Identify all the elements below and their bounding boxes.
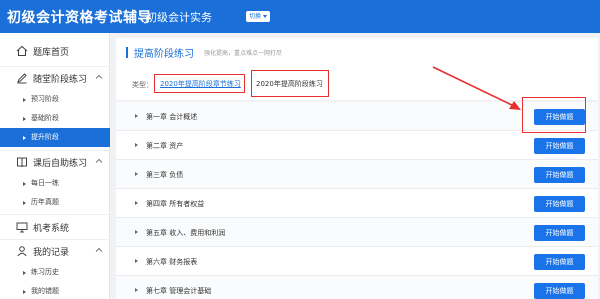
- user-icon: [17, 246, 27, 257]
- start-practice-button[interactable]: 开始做题: [534, 167, 585, 183]
- switch-label: 切换: [249, 13, 262, 20]
- top-header: 初级会计资格考试辅导 初级会计实务 切换: [0, 0, 600, 33]
- chapter-label: 第四章 所有者权益: [146, 200, 205, 208]
- chevron-up-icon[interactable]: [95, 73, 103, 81]
- expand-arrow-icon[interactable]: [135, 114, 138, 118]
- book-icon: [17, 157, 27, 168]
- sidebar-group-self-practice[interactable]: 课后自助练习: [0, 150, 110, 174]
- chevron-down-icon: [263, 15, 268, 18]
- sidebar-item-label: 提升阶段: [31, 133, 59, 141]
- pen-icon: [17, 73, 27, 84]
- bullet-icon: [23, 201, 26, 205]
- page-subtitle: 强化提高，重点难点一网打尽: [204, 50, 283, 57]
- start-practice-button[interactable]: 开始做题: [534, 196, 585, 212]
- sidebar-item-label: 练习历史: [31, 268, 59, 276]
- highlight-box: [522, 97, 586, 133]
- list-item[interactable]: 第六章 财务报表 开始做题: [116, 247, 598, 276]
- list-item[interactable]: 第四章 所有者权益 开始做题: [116, 189, 598, 218]
- bullet-icon: [23, 98, 26, 102]
- list-item[interactable]: 第七章 管理会计基础 开始做题: [116, 276, 598, 299]
- computer-icon: [16, 222, 28, 233]
- list-item[interactable]: 第五章 收入、费用和利润 开始做题: [116, 218, 598, 247]
- section-accent-bar: [126, 47, 128, 58]
- type-filter-label: 类型：: [132, 81, 153, 89]
- sidebar: 题库首页 随堂阶段练习 预习阶段 基础阶段 提升阶段 课后自助练习 每日一练 历…: [0, 33, 110, 299]
- sidebar-item-home[interactable]: 题库首页: [0, 39, 110, 63]
- start-practice-button[interactable]: 开始做题: [534, 283, 585, 299]
- bullet-icon: [23, 290, 26, 294]
- sidebar-group-label: 随堂阶段练习: [33, 75, 88, 85]
- expand-arrow-icon[interactable]: [135, 259, 138, 263]
- page-title: 提高阶段练习: [134, 49, 194, 60]
- list-item[interactable]: 第三章 负债 开始做题: [116, 160, 598, 189]
- home-icon: [16, 45, 28, 57]
- sidebar-group-my-records[interactable]: 我的记录: [0, 239, 110, 263]
- expand-arrow-icon[interactable]: [135, 143, 138, 147]
- bullet-icon: [23, 136, 26, 140]
- sidebar-item-past-exams[interactable]: 历年真题: [0, 193, 110, 212]
- sidebar-item-label: 预习阶段: [31, 95, 59, 103]
- chapter-label: 第六章 财务报表: [146, 258, 198, 266]
- chapter-label: 第二章 资产: [146, 142, 184, 150]
- start-practice-button[interactable]: 开始做题: [534, 225, 585, 241]
- sidebar-item-preview[interactable]: 预习阶段: [0, 90, 110, 109]
- sidebar-item-label: 历年真题: [31, 198, 59, 206]
- sidebar-item-label: 每日一练: [31, 179, 59, 187]
- expand-arrow-icon[interactable]: [135, 172, 138, 176]
- bullet-icon: [23, 117, 26, 121]
- expand-arrow-icon[interactable]: [135, 230, 138, 234]
- sidebar-item-label: 我的错题: [31, 287, 59, 295]
- sidebar-group-label: 课后自助练习: [33, 159, 88, 169]
- current-subject: 初级会计实务: [146, 11, 212, 24]
- sidebar-group-class-practice[interactable]: 随堂阶段练习: [0, 66, 110, 90]
- expand-arrow-icon[interactable]: [135, 288, 138, 292]
- sidebar-item-wrong-questions[interactable]: 我的错题: [0, 282, 110, 299]
- start-practice-button[interactable]: 开始做题: [534, 254, 585, 270]
- chapter-label: 第五章 收入、费用和利润: [146, 229, 226, 237]
- sidebar-item-computer-exam[interactable]: 机考系统: [0, 215, 110, 239]
- sidebar-item-daily[interactable]: 每日一练: [0, 174, 110, 193]
- sidebar-group-label: 我的记录: [33, 248, 70, 258]
- switch-subject-button[interactable]: 切换: [246, 11, 271, 22]
- expand-arrow-icon[interactable]: [135, 201, 138, 205]
- chapter-label: 第三章 负债: [146, 171, 184, 179]
- chevron-up-icon[interactable]: [95, 246, 103, 254]
- highlight-box: [251, 70, 329, 97]
- sidebar-item-history[interactable]: 练习历史: [0, 263, 110, 282]
- sidebar-item-advanced[interactable]: 提升阶段: [0, 128, 110, 147]
- sidebar-group-label: 题库首页: [33, 48, 70, 58]
- sidebar-item-label: 基础阶段: [31, 114, 59, 122]
- app-title: 初级会计资格考试辅导: [7, 10, 152, 26]
- chapter-label: 第七章 管理会计基础: [146, 287, 212, 295]
- bullet-icon: [23, 182, 26, 186]
- chevron-up-icon[interactable]: [95, 157, 103, 165]
- chapter-label: 第一章 会计概述: [146, 113, 198, 121]
- list-item[interactable]: 第二章 资产 开始做题: [116, 131, 598, 160]
- highlight-box: [154, 74, 245, 93]
- sidebar-item-basic[interactable]: 基础阶段: [0, 109, 110, 128]
- sidebar-group-label: 机考系统: [33, 224, 70, 234]
- bullet-icon: [23, 271, 26, 275]
- start-practice-button[interactable]: 开始做题: [534, 138, 585, 154]
